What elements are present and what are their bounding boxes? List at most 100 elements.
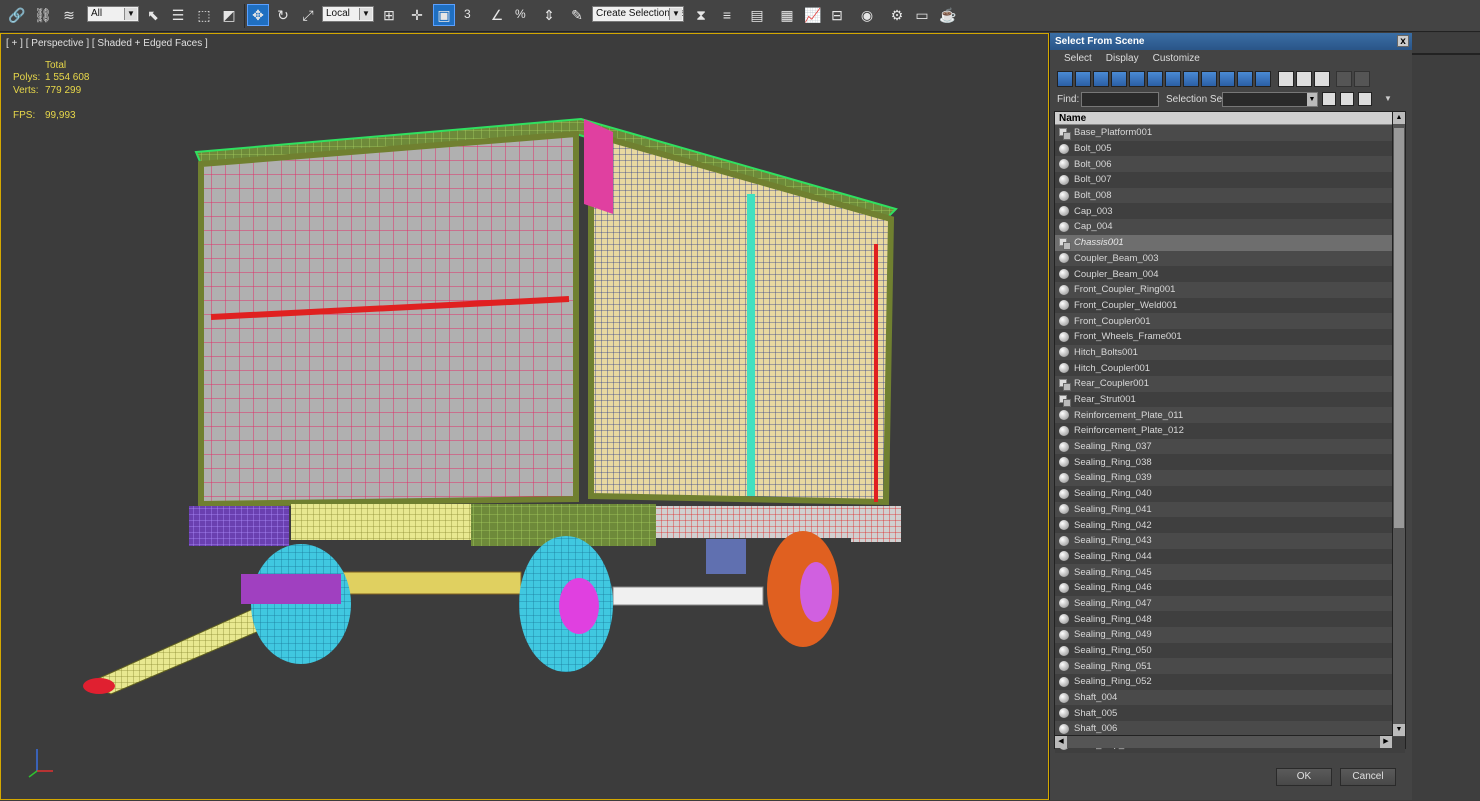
- list-item[interactable]: Sealing_Ring_050: [1055, 642, 1405, 659]
- list-item[interactable]: Sealing_Ring_051: [1055, 658, 1405, 675]
- spinner-snap-icon[interactable]: ⇕: [538, 4, 560, 26]
- angle-snap-icon[interactable]: ∠: [486, 4, 508, 26]
- manipulate-icon[interactable]: ✛: [406, 4, 428, 26]
- list-item[interactable]: Bolt_005: [1055, 140, 1405, 157]
- list-item[interactable]: Coupler_Beam_004: [1055, 266, 1405, 282]
- unlink-selection-icon[interactable]: ⛓: [32, 4, 54, 26]
- menu-display[interactable]: Display: [1106, 53, 1139, 65]
- select-and-move-icon[interactable]: ✥: [247, 4, 269, 26]
- render-setup-icon[interactable]: ⚙: [886, 4, 908, 26]
- list-item[interactable]: Sealing_Ring_046: [1055, 579, 1405, 596]
- keyboard-shortcut-override-icon[interactable]: ▣: [433, 4, 455, 26]
- schematic-view-icon[interactable]: ⊟: [826, 4, 848, 26]
- close-icon[interactable]: x: [1397, 35, 1409, 47]
- render-production-icon[interactable]: ☕: [937, 4, 959, 26]
- list-item[interactable]: Sealing_Ring_049: [1055, 627, 1405, 643]
- display-groups-icon[interactable]: [1165, 71, 1181, 87]
- align-icon[interactable]: ≡: [716, 4, 738, 26]
- list-item[interactable]: Sealing_Ring_044: [1055, 548, 1405, 565]
- list-item[interactable]: Hitch_Coupler001: [1055, 360, 1405, 376]
- dialog-title-bar[interactable]: Select From Scene x: [1050, 33, 1412, 50]
- scene-object-list[interactable]: Name Base_Platform001 Bolt_005 Bolt_006 Bol…: [1054, 111, 1406, 753]
- scroll-up-icon[interactable]: ▲: [1393, 112, 1405, 124]
- list-item[interactable]: Rear_Coupler001: [1055, 376, 1405, 392]
- display-frozen-icon[interactable]: [1237, 71, 1253, 87]
- bind-to-space-warp-icon[interactable]: ≋: [58, 4, 80, 26]
- list-item[interactable]: Sealing_Ring_038: [1055, 454, 1405, 471]
- select-and-link-icon[interactable]: 🔗: [6, 4, 28, 26]
- chevron-down-icon[interactable]: ▼: [1384, 94, 1392, 103]
- list-item[interactable]: Sealing_Ring_042: [1055, 517, 1405, 533]
- scrollbar-thumb[interactable]: [1394, 128, 1404, 528]
- cancel-button[interactable]: Cancel: [1340, 768, 1396, 786]
- display-shapes-icon[interactable]: [1075, 71, 1091, 87]
- display-all-icon[interactable]: [1278, 71, 1294, 87]
- list-item[interactable]: Coupler_Beam_003: [1055, 250, 1405, 267]
- list-item[interactable]: Reinforcement_Plate_011: [1055, 407, 1405, 424]
- list-item[interactable]: Sealing_Ring_041: [1055, 501, 1405, 518]
- list-item[interactable]: Front_Coupler001: [1055, 313, 1405, 329]
- display-none-icon[interactable]: [1296, 71, 1312, 87]
- named-selection-dropdown[interactable]: Create Selection Se ▼: [592, 6, 684, 22]
- list-item[interactable]: Sealing_Ring_048: [1055, 611, 1405, 627]
- percent-snap-toggle[interactable]: %: [515, 7, 526, 21]
- material-editor-icon[interactable]: ◉: [856, 4, 878, 26]
- list-item[interactable]: Shaft_004: [1055, 689, 1405, 706]
- scene-explorer-icon[interactable]: ▦: [776, 4, 798, 26]
- selection-filter-dropdown[interactable]: All ▼: [87, 6, 139, 22]
- list-item[interactable]: Bolt_008: [1055, 187, 1405, 204]
- scroll-left-icon[interactable]: ◀: [1055, 736, 1067, 748]
- scroll-right-icon[interactable]: ▶: [1380, 736, 1392, 748]
- curve-editor-icon[interactable]: 📈: [802, 4, 824, 26]
- column-header-name[interactable]: Name: [1055, 112, 1405, 125]
- horizontal-scrollbar[interactable]: ◀ ▶: [1055, 735, 1392, 748]
- list-item[interactable]: Base_Platform001: [1055, 125, 1405, 141]
- display-containers-icon[interactable]: [1219, 71, 1235, 87]
- list-item[interactable]: Front_Coupler_Ring001: [1055, 281, 1405, 298]
- menu-select[interactable]: Select: [1064, 53, 1092, 65]
- display-space-warps-icon[interactable]: [1147, 71, 1163, 87]
- list-item[interactable]: Cap_004: [1055, 219, 1405, 235]
- find-input[interactable]: [1081, 92, 1159, 107]
- list-item[interactable]: Sealing_Ring_037: [1055, 438, 1405, 455]
- list-item[interactable]: Reinforcement_Plate_012: [1055, 423, 1405, 439]
- rectangular-selection-icon[interactable]: ⬚: [193, 4, 215, 26]
- select-and-rotate-icon[interactable]: ↻: [272, 4, 294, 26]
- display-lights-icon[interactable]: [1093, 71, 1109, 87]
- list-item[interactable]: Hitch_Bolts001: [1055, 344, 1405, 361]
- mirror-icon[interactable]: ⧗: [690, 4, 712, 26]
- list-item[interactable]: Bolt_006: [1055, 156, 1405, 173]
- list-item[interactable]: Sealing_Ring_047: [1055, 595, 1405, 612]
- filter-icon[interactable]: [1336, 71, 1352, 87]
- list-item[interactable]: Sealing_Ring_045: [1055, 564, 1405, 580]
- remove-from-selection-set-icon[interactable]: [1358, 92, 1372, 106]
- display-cameras-icon[interactable]: [1111, 71, 1127, 87]
- select-and-scale-icon[interactable]: ⤢: [297, 4, 319, 26]
- list-item[interactable]: Chassis001: [1055, 234, 1405, 251]
- list-item[interactable]: Sealing_Ring_040: [1055, 485, 1405, 502]
- vertical-scrollbar[interactable]: ▲ ▼: [1392, 112, 1405, 736]
- window-crossing-icon[interactable]: ◩: [218, 4, 240, 26]
- trailer-model[interactable]: [1, 34, 1050, 801]
- list-item[interactable]: Sealing_Ring_043: [1055, 532, 1405, 549]
- list-item[interactable]: Shaft_005: [1055, 705, 1405, 722]
- scroll-down-icon[interactable]: ▼: [1393, 724, 1405, 736]
- selection-set-dropdown[interactable]: ▼: [1222, 92, 1318, 107]
- display-hidden-icon[interactable]: [1255, 71, 1271, 87]
- display-helpers-icon[interactable]: [1129, 71, 1145, 87]
- select-by-name-icon[interactable]: ☰: [167, 4, 189, 26]
- layer-manager-icon[interactable]: ▤: [746, 4, 768, 26]
- list-item[interactable]: Sealing_Ring_052: [1055, 674, 1405, 690]
- add-to-selection-set-icon[interactable]: [1340, 92, 1354, 106]
- ok-button[interactable]: OK: [1276, 768, 1332, 786]
- list-item[interactable]: Sealing_Ring_039: [1055, 470, 1405, 486]
- edit-named-selection-icon[interactable]: ✎: [566, 4, 588, 26]
- select-object-icon[interactable]: ⬉: [142, 4, 164, 26]
- list-item[interactable]: Rear_Strut001: [1055, 391, 1405, 408]
- perspective-viewport[interactable]: [ + ] [ Perspective ] [ Shaded + Edged F…: [0, 33, 1049, 800]
- list-item[interactable]: Cap_003: [1055, 203, 1405, 220]
- display-xrefs-icon[interactable]: [1183, 71, 1199, 87]
- sort-icon[interactable]: [1354, 71, 1370, 87]
- rendered-frame-window-icon[interactable]: ▭: [911, 4, 933, 26]
- menu-customize[interactable]: Customize: [1153, 53, 1200, 65]
